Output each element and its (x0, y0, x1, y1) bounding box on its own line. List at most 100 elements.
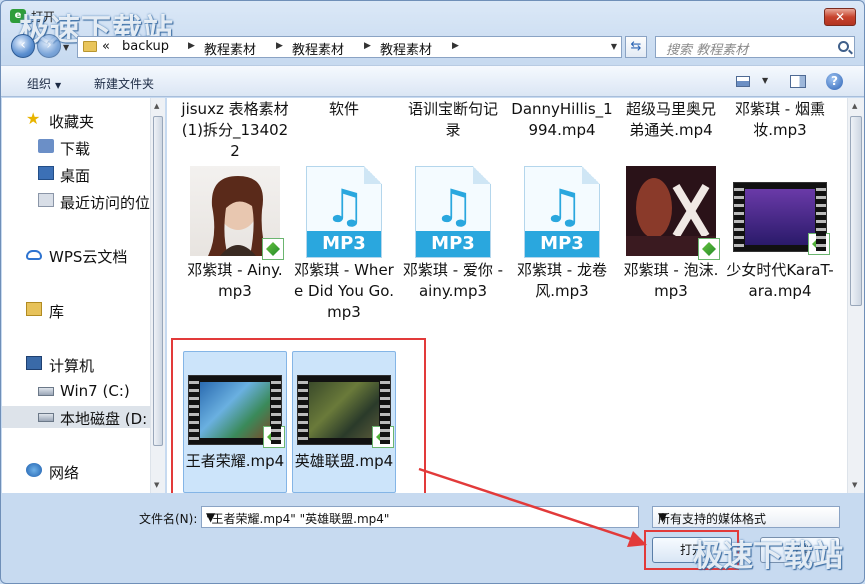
breadcrumb-folder-1[interactable]: 教程素材 (204, 39, 256, 58)
nav-item-drive-d[interactable]: 本地磁盘 (D: (2, 406, 150, 428)
file-list-scrollbar[interactable]: ▲ ▼ (847, 98, 864, 493)
cloud-icon (26, 250, 42, 260)
new-folder-button[interactable]: 新建文件夹 (94, 75, 154, 92)
address-dropdown-icon[interactable]: ▼ (611, 42, 617, 51)
nav-item-wps-cloud[interactable]: WPS云文档 (2, 244, 150, 266)
music-note-icon: ♫ (433, 179, 475, 233)
annotation-highlight-box (644, 530, 739, 570)
nav-item-label: 下载 (60, 140, 91, 158)
scroll-down-icon[interactable]: ▼ (852, 481, 857, 489)
filename-dropdown-icon[interactable]: ▼ (206, 510, 634, 524)
nav-item-desktop[interactable]: 桌面 (2, 163, 150, 185)
file-name: 邓紫琪 - 烟熏妆.mp3 (735, 100, 825, 139)
search-icon[interactable] (838, 41, 849, 52)
desktop-icon (38, 166, 54, 180)
file-item[interactable]: 邓紫琪 - 烟熏妆.mp3 (726, 99, 834, 141)
file-list[interactable]: jisuxz 表格素材 (1)拆分_134022 软件 语训宝断句记录 Dann… (167, 98, 864, 493)
navigation-pane: ★ 收藏夹 下载 桌面 最近访问的位 WPS云文档 库 计算机 Win7 (C:… (2, 98, 165, 493)
back-button[interactable]: ‹ (11, 34, 35, 58)
file-name: 邓紫琪 - 龙卷风.mp3 (517, 261, 607, 300)
view-dropdown-icon[interactable]: ▼ (762, 76, 768, 85)
breadcrumb-backup[interactable]: backup (122, 39, 169, 54)
file-list-scrollbar-thumb[interactable] (850, 116, 862, 306)
recent-locations-dropdown-icon[interactable]: ▼ (63, 43, 69, 52)
cancel-button[interactable]: 取消 (760, 537, 840, 563)
nav-item-label: 最近访问的位 (60, 194, 150, 212)
recent-places-icon (38, 193, 54, 207)
title-bar[interactable]: e 打开 ✕ (1, 1, 864, 31)
open-file-dialog: e 打开 ✕ 极速下载站 ‹ › ▼ « backup ▶ 教程素材 ▶ 教程素… (0, 0, 865, 584)
nav-item-drive-c[interactable]: Win7 (C:) (2, 380, 150, 402)
folder-icon (83, 41, 97, 52)
annotation-highlight-box (171, 338, 426, 493)
file-name: DannyHillis_1994.mp4 (511, 100, 613, 139)
file-type-select[interactable]: 所有支持的媒体格式 ▼ (652, 506, 840, 528)
change-view-icon[interactable] (736, 76, 750, 87)
close-button[interactable]: ✕ (824, 8, 856, 26)
video-thumbnail (733, 182, 830, 255)
file-item[interactable]: ♫ MP3 邓紫琪 - Where Did You Go.mp3 (290, 166, 398, 323)
mp3-file-icon: ♫ MP3 (415, 166, 491, 258)
file-name: 邓紫琪 - Ainy.mp3 (187, 261, 283, 300)
video-preview-image (745, 189, 815, 245)
breadcrumb-separator-icon[interactable]: ▶ (452, 41, 459, 51)
help-icon[interactable]: ? (826, 73, 843, 90)
filename-input[interactable]: "王者荣耀.mp4" "英雄联盟.mp4" ▼ (201, 506, 639, 528)
nav-item-downloads[interactable]: 下载 (2, 136, 150, 158)
chevron-down-icon: ▼ (55, 81, 62, 90)
file-item[interactable]: ♫ MP3 邓紫琪 - 龙卷风.mp3 (508, 166, 616, 302)
media-player-badge-icon (262, 238, 284, 260)
breadcrumb-overflow[interactable]: « (102, 39, 110, 54)
drive-icon (38, 387, 54, 396)
breadcrumb-separator-icon[interactable]: ▶ (188, 41, 195, 51)
media-player-badge-icon (698, 238, 720, 260)
nav-item-network[interactable]: 网络 (2, 460, 150, 482)
file-item[interactable]: 少女时代KaraT-ara.mp4 (726, 166, 834, 302)
preview-pane-icon[interactable] (790, 75, 806, 88)
album-art-thumbnail (626, 166, 720, 260)
file-item[interactable]: 邓紫琪 - Ainy.mp3 (181, 166, 289, 302)
scroll-up-icon[interactable]: ▲ (852, 102, 857, 110)
album-art-thumbnail (190, 166, 284, 260)
nav-item-libraries[interactable]: 库 (2, 299, 150, 321)
breadcrumb-folder-2[interactable]: 教程素材 (292, 39, 344, 58)
search-input[interactable]: 搜索 教程素材 (655, 36, 855, 58)
nav-item-computer[interactable]: 计算机 (2, 353, 150, 375)
mp3-file-icon: ♫ MP3 (306, 166, 382, 258)
media-player-badge-icon (808, 233, 830, 255)
file-name: 少女时代KaraT-ara.mp4 (726, 261, 834, 300)
file-item[interactable]: jisuxz 表格素材 (1)拆分_134022 (181, 99, 289, 162)
nav-item-favorites[interactable]: ★ 收藏夹 (2, 109, 150, 132)
app-icon: e (10, 9, 26, 23)
forward-button[interactable]: › (37, 34, 61, 58)
file-item[interactable]: 语训宝断句记录 (399, 99, 507, 141)
file-item[interactable]: 邓紫琪 - 泡沫.mp3 (617, 166, 725, 302)
file-item[interactable]: 软件 (290, 99, 398, 120)
nav-scrollbar[interactable]: ▲ ▼ (150, 98, 165, 493)
drive-icon (38, 413, 54, 422)
scroll-down-icon[interactable]: ▼ (154, 481, 159, 489)
nav-item-label: 桌面 (60, 167, 91, 185)
star-icon: ★ (26, 109, 41, 128)
nav-item-label: 计算机 (49, 357, 95, 375)
file-item[interactable]: ♫ MP3 邓紫琪 - 爱你 - ainy.mp3 (399, 166, 507, 302)
nav-scrollbar-thumb[interactable] (153, 116, 163, 446)
mp3-file-icon: ♫ MP3 (524, 166, 600, 258)
breadcrumb-separator-icon[interactable]: ▶ (364, 41, 371, 51)
nav-item-label: Win7 (C:) (60, 382, 130, 400)
file-item[interactable]: DannyHillis_1994.mp4 (508, 99, 616, 141)
refresh-button[interactable]: ⇆ (625, 36, 647, 58)
nav-item-label: WPS云文档 (49, 248, 128, 266)
organize-menu[interactable]: 组织 ▼ (27, 75, 61, 92)
filename-label: 文件名(N): (139, 512, 198, 526)
scroll-up-icon[interactable]: ▲ (154, 102, 159, 110)
file-item[interactable]: 超级马里奥兄弟通关.mp4 (617, 99, 725, 141)
address-bar[interactable]: « backup ▶ 教程素材 ▶ 教程素材 ▶ 教程素材 ▶ ▼ (77, 36, 622, 58)
nav-item-label: 本地磁盘 (D: (60, 410, 148, 428)
mp3-label: MP3 (307, 231, 381, 257)
breadcrumb-folder-3[interactable]: 教程素材 (380, 39, 432, 58)
library-icon (26, 302, 42, 316)
file-name: 邓紫琪 - Where Did You Go.mp3 (294, 261, 394, 321)
breadcrumb-separator-icon[interactable]: ▶ (276, 41, 283, 51)
nav-item-recent-places[interactable]: 最近访问的位 (2, 190, 150, 212)
